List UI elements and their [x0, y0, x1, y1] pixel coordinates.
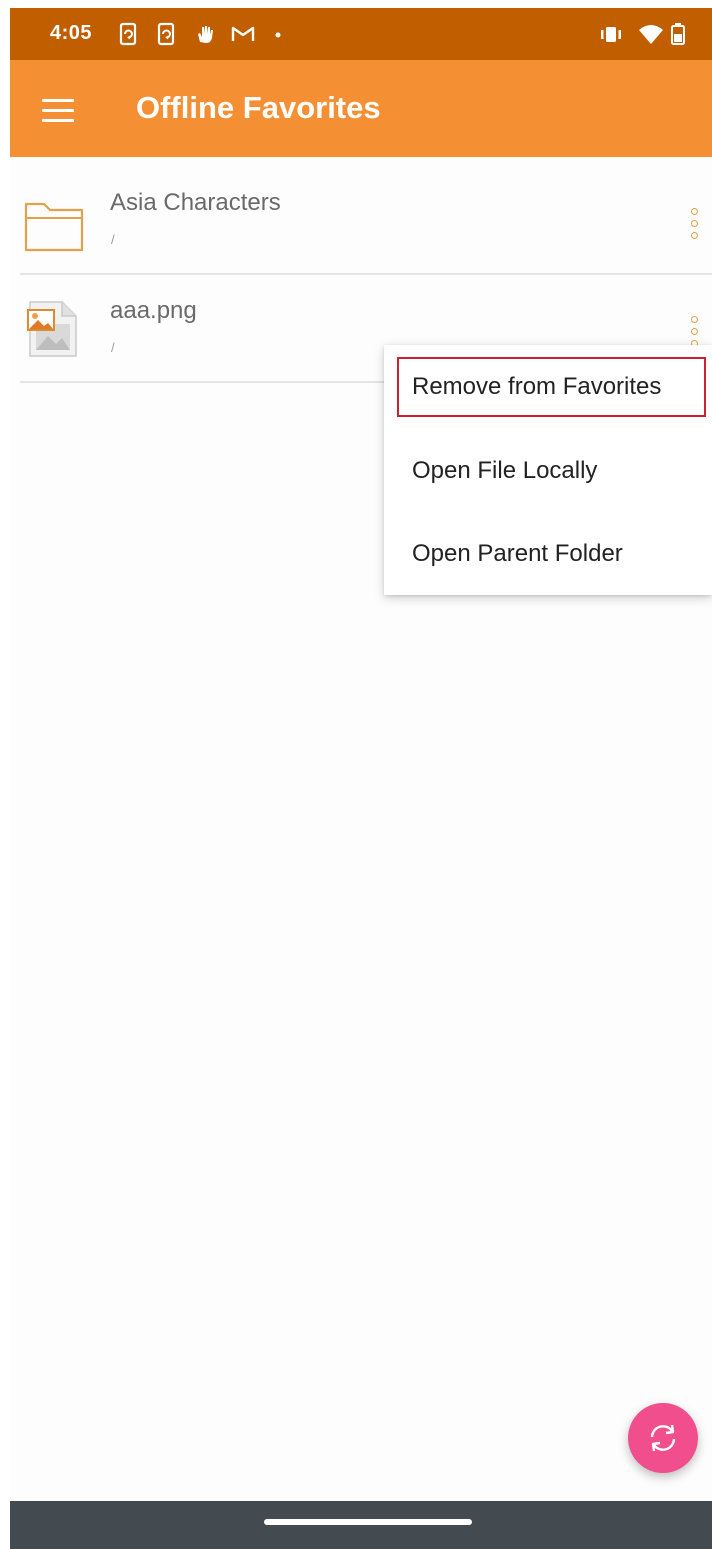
menu-item-open-parent-folder[interactable]: Open Parent Folder: [384, 520, 712, 590]
divider: [20, 273, 712, 275]
file-path: /: [111, 340, 115, 355]
menu-item-label: Remove from Favorites: [412, 373, 662, 400]
context-menu: Remove from Favorites Open File Locally …: [384, 345, 712, 595]
image-file-icon: [27, 301, 77, 357]
sync-button[interactable]: [628, 1403, 698, 1473]
menu-item-open-file-locally[interactable]: Open File Locally: [384, 437, 712, 507]
dot-icon: [275, 32, 281, 38]
home-gesture-handle[interactable]: [264, 1519, 472, 1525]
more-options-icon[interactable]: [680, 204, 710, 248]
navigation-bar: [10, 1501, 712, 1549]
menu-item-remove-from-favorites[interactable]: Remove from Favorites: [384, 353, 712, 423]
sync-icon: [650, 1424, 676, 1452]
battery-icon: [671, 23, 685, 45]
file-name: aaa.png: [110, 297, 197, 324]
wifi-icon: [639, 25, 663, 44]
hamburger-menu-icon[interactable]: [30, 82, 86, 138]
menu-item-label: Open Parent Folder: [412, 540, 623, 567]
vibrate-icon: [601, 27, 621, 42]
file-path: /: [111, 232, 115, 247]
list-item[interactable]: Asia Characters /: [10, 168, 712, 275]
sync-phone-icon: [157, 22, 175, 46]
folder-icon: [24, 202, 84, 252]
gmail-icon: [231, 26, 255, 41]
page-title: Offline Favorites: [136, 90, 381, 125]
sync-phone-icon: [119, 22, 137, 46]
file-name: Asia Characters: [110, 189, 281, 216]
app-bar: Offline Favorites: [10, 60, 712, 157]
screen: 4:05 Offline Favorites Asia Characters /…: [10, 8, 712, 1549]
gesture-hand-icon: [198, 26, 213, 43]
status-bar: 4:05: [10, 8, 712, 60]
status-time: 4:05: [50, 22, 93, 44]
menu-item-label: Open File Locally: [412, 457, 598, 484]
